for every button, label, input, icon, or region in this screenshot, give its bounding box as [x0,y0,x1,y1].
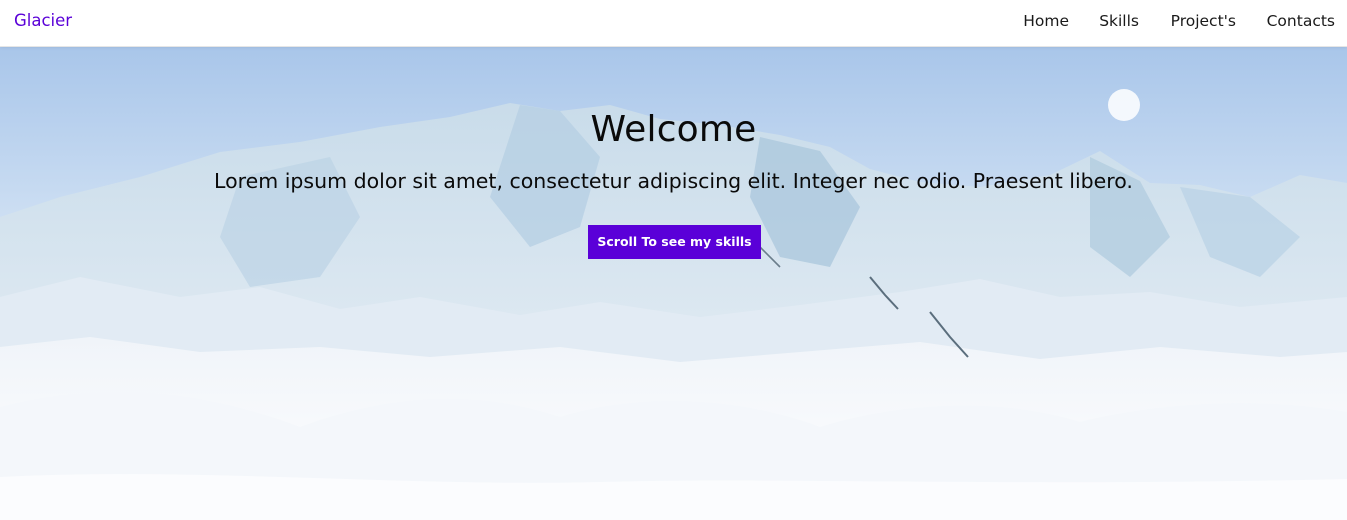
scroll-to-skills-button[interactable]: Scroll To see my skills [588,225,761,259]
brand-logo-link[interactable]: Glacier [14,0,72,46]
nav-link-skills[interactable]: Skills [1099,0,1139,46]
hero-title: Welcome [590,109,757,150]
hero-section: Welcome Lorem ipsum dolor sit amet, cons… [0,47,1347,520]
hero-subtitle: Lorem ipsum dolor sit amet, consectetur … [214,169,1133,193]
nav-link-home[interactable]: Home [1023,0,1069,46]
navbar: Glacier Home Skills Project's Contacts [0,0,1347,47]
nav-link-contacts[interactable]: Contacts [1267,0,1335,46]
nav-link-projects[interactable]: Project's [1171,0,1236,46]
